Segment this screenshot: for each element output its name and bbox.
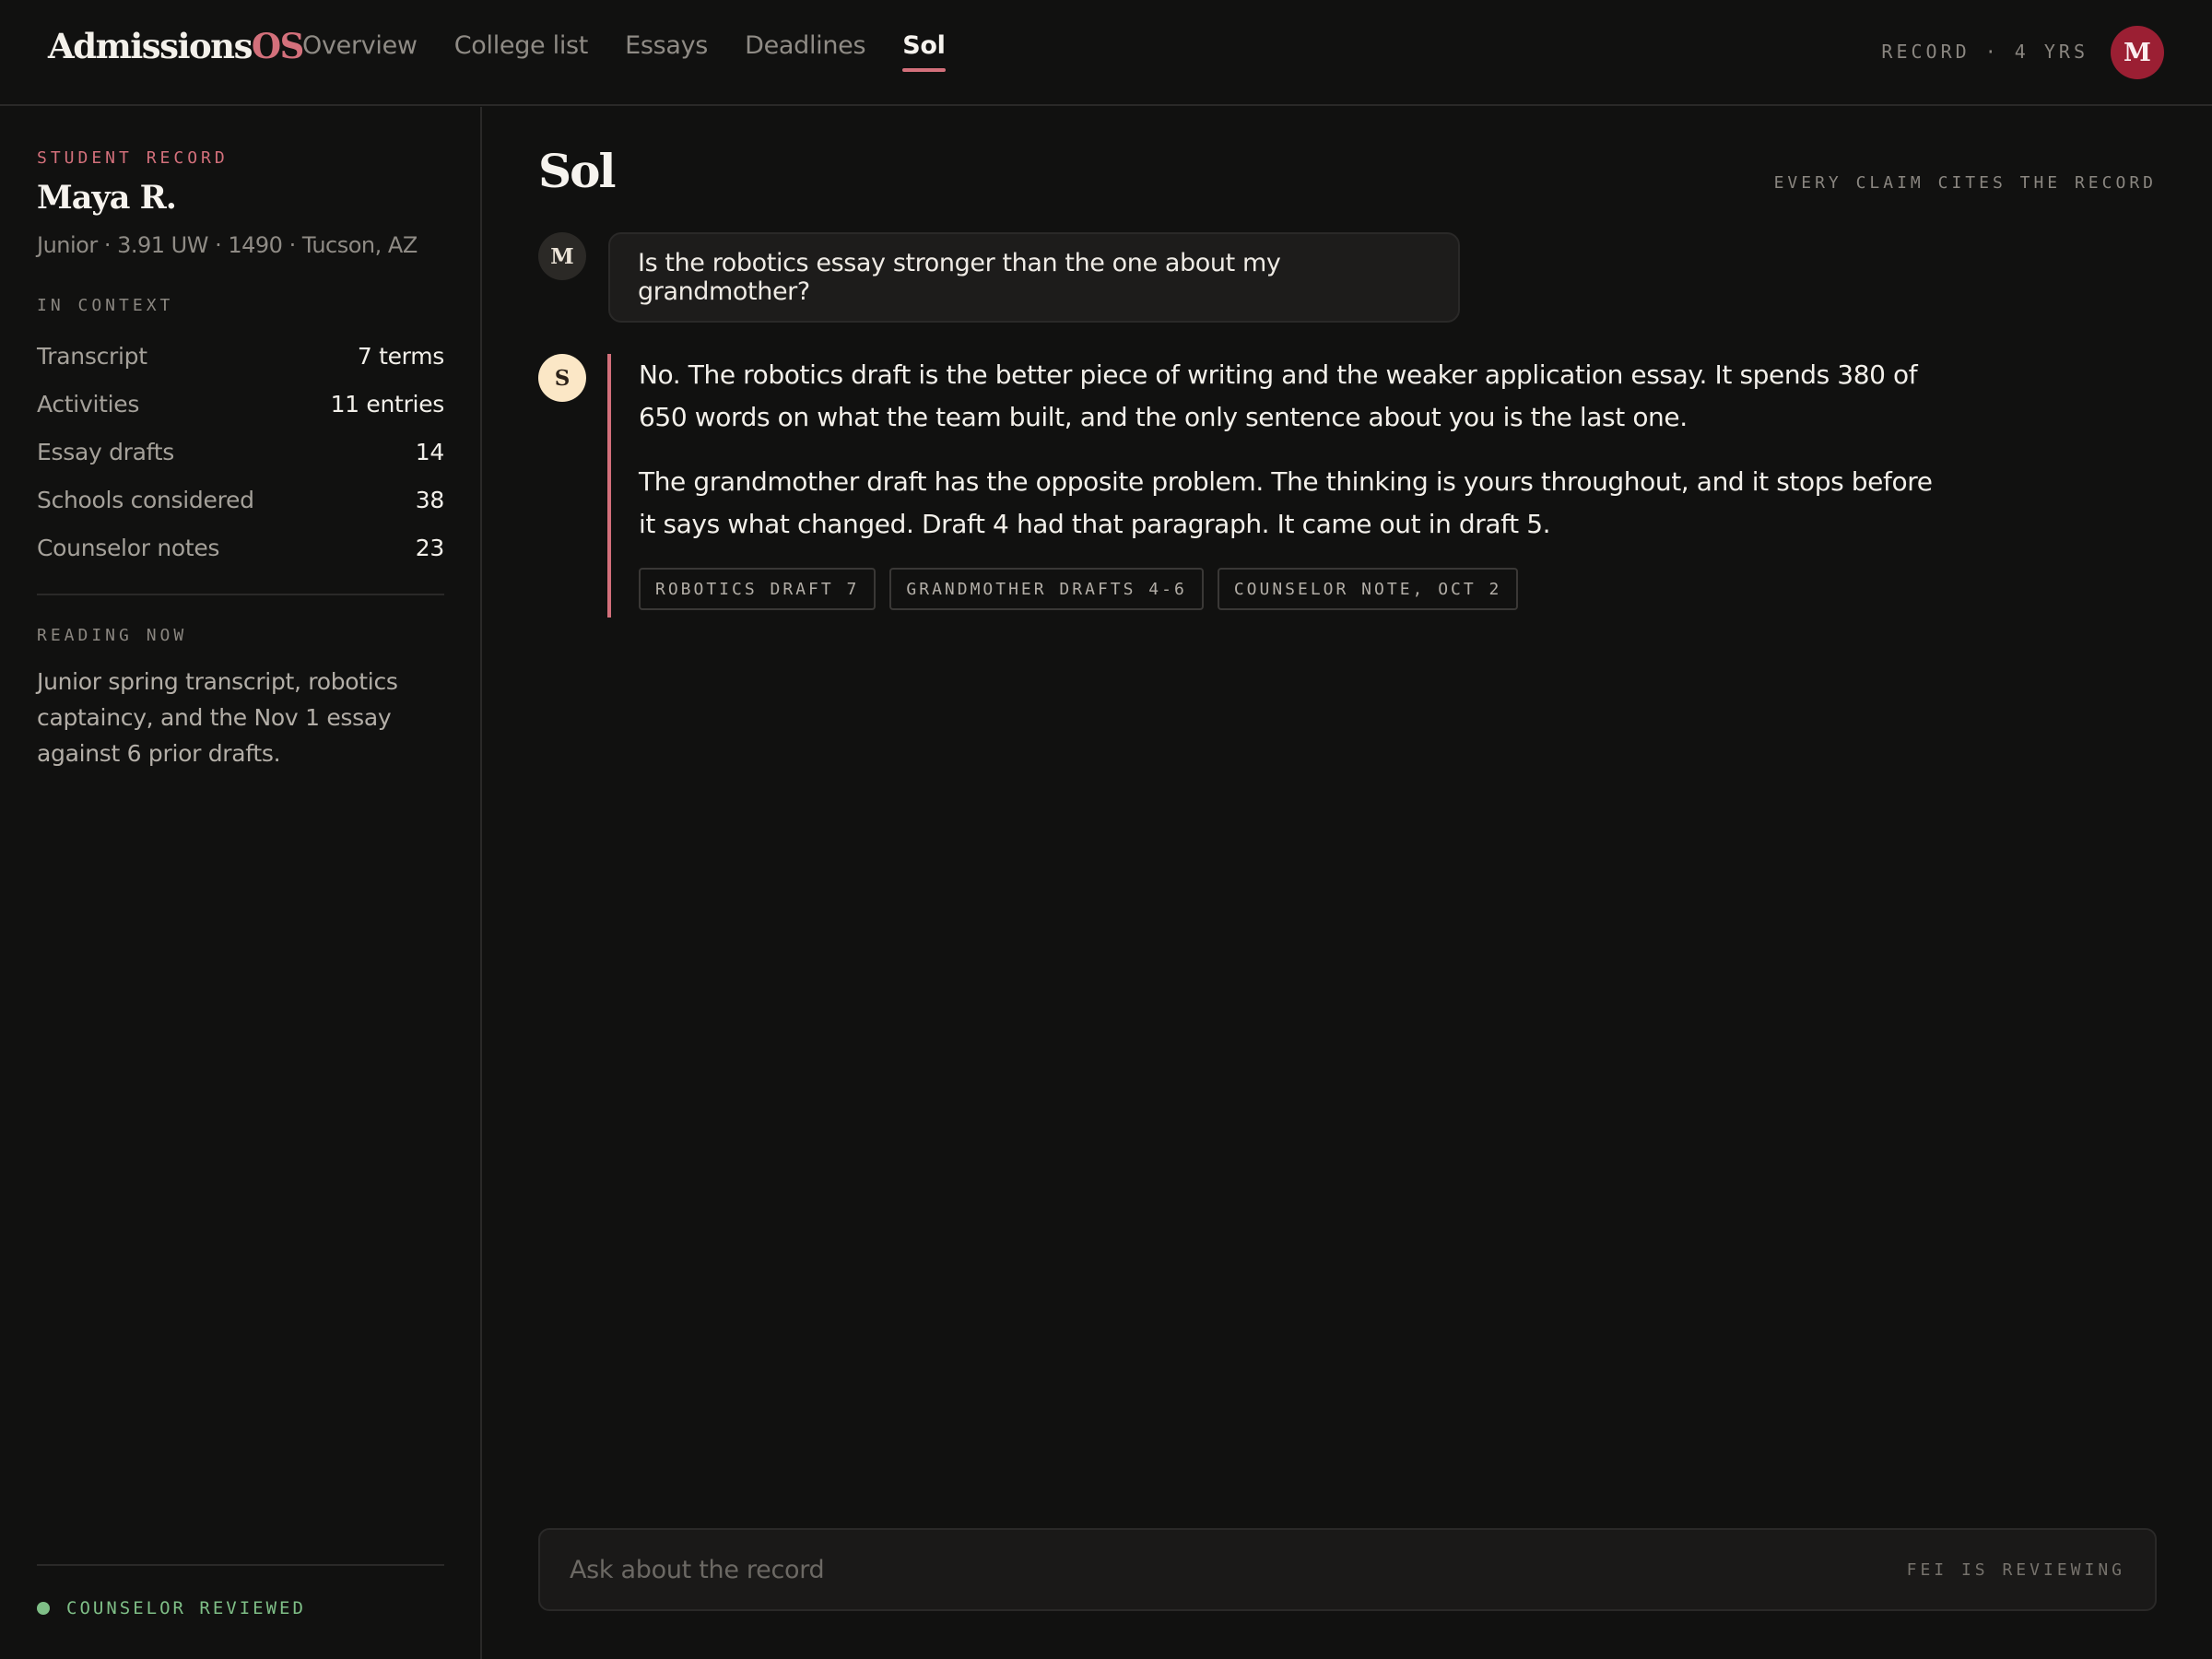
student-meta: Junior · 3.91 UW · 1490 · Tucson, AZ [37,232,418,258]
sol-message-paragraph: The grandmother draft has the opposite p… [639,466,1933,539]
stat-value: 23 [415,534,445,561]
user-message-avatar: M [538,232,586,280]
citation-chip[interactable]: ROBOTICS DRAFT 7 [639,568,877,610]
citation-chip[interactable]: COUNSELOR NOTE, OCT 2 [1217,568,1519,610]
stat-label: Essay drafts [37,438,174,465]
review-status-text: COUNSELOR REVIEWED [66,1598,306,1618]
citation-note: EVERY CLAIM CITES THE RECORD [1773,173,2157,193]
composer-status: FEI IS REVIEWING [1906,1559,2125,1580]
user-message: Is the robotics essay stronger than the … [608,232,1460,323]
stat-value: 7 terms [357,342,444,370]
reading-now-label: READING NOW [37,626,188,645]
reading-now-text: Junior spring transcript, robotics capta… [37,668,398,767]
sidebar-divider [37,594,444,595]
sol-message-avatar: S [538,354,586,402]
logo-text: Admissions [48,26,253,66]
nav-deadlines[interactable]: Deadlines [745,31,865,72]
student-record-label: STUDENT RECORD [37,148,229,168]
in-context-label: IN CONTEXT [37,296,174,315]
sol-message-paragraph: No. The robotics draft is the better pie… [639,359,1918,432]
app-root: AdmissionsOS Overview College list Essay… [0,0,2212,1659]
user-avatar-button[interactable]: M [2111,26,2164,79]
stat-transcript: Transcript 7 terms [37,332,444,380]
user-message-text: Is the robotics essay stronger than the … [638,249,1281,306]
stat-value: 11 entries [330,390,445,418]
top-bar: AdmissionsOS Overview College list Essay… [0,0,2212,106]
review-status: COUNSELOR REVIEWED [37,1598,306,1618]
logo-accent: OS [251,26,304,66]
stat-label: Activities [37,390,140,418]
record-duration: RECORD · 4 YRS [1881,41,2088,63]
chat-panel: Sol EVERY CLAIM CITES THE RECORD M Is th… [483,107,2212,1659]
nav-sol[interactable]: Sol [902,31,946,72]
app-logo[interactable]: AdmissionsOS [48,26,304,66]
stat-label: Schools considered [37,486,254,513]
ask-input[interactable] [570,1555,1907,1584]
citation-chip[interactable]: GRANDMOTHER DRAFTS 4-6 [889,568,1204,610]
stat-label: Counselor notes [37,534,220,561]
page-title: Sol [538,144,616,198]
stat-value: 14 [415,438,445,465]
message-composer: FEI IS REVIEWING [538,1528,2157,1611]
student-sidebar: STUDENT RECORD Maya R. Junior · 3.91 UW … [0,107,482,1659]
stat-value: 38 [415,486,445,513]
stat-essay-drafts: Essay drafts 14 [37,428,444,476]
stat-counselor-notes: Counselor notes 23 [37,524,444,571]
stat-activities: Activities 11 entries [37,380,444,428]
status-dot-icon [37,1602,50,1615]
nav-college-list[interactable]: College list [454,31,589,72]
sol-message: No. The robotics draft is the better pie… [607,354,1935,618]
stat-schools-considered: Schools considered 38 [37,476,444,524]
main-nav: Overview College list Essays Deadlines S… [302,31,982,72]
stat-label: Transcript [37,342,147,370]
nav-overview[interactable]: Overview [302,31,418,72]
context-stats: Transcript 7 terms Activities 11 entries… [37,332,444,571]
student-name: Maya R. [37,179,177,217]
nav-essays[interactable]: Essays [625,31,708,72]
sidebar-divider-bottom [37,1564,444,1566]
citation-list: ROBOTICS DRAFT 7 GRANDMOTHER DRAFTS 4-6 … [639,568,1935,610]
